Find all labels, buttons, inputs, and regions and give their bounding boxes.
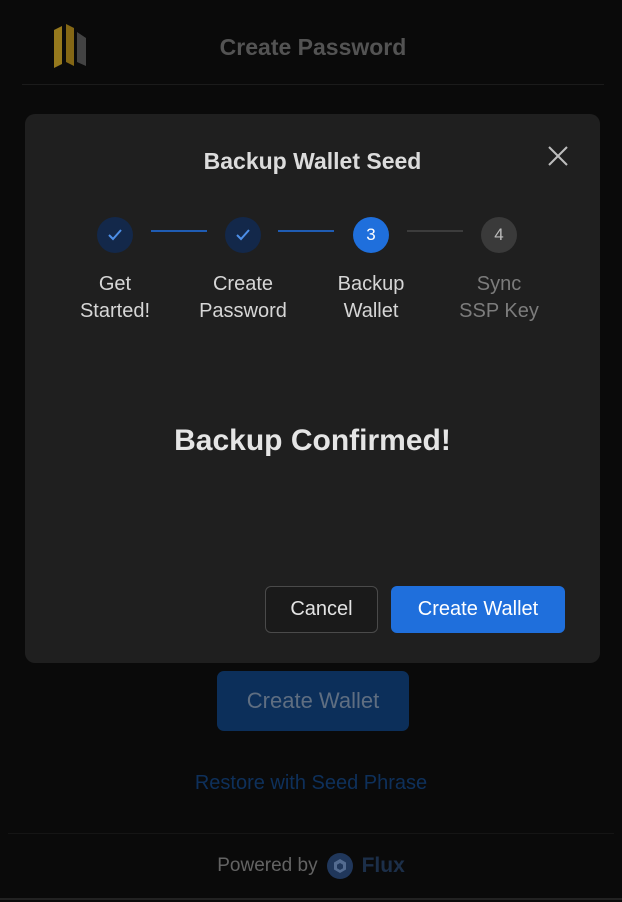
step-4-label: Sync SSP Key xyxy=(459,273,539,322)
close-icon[interactable] xyxy=(544,142,572,170)
step-4-circle: 4 xyxy=(481,217,517,253)
create-wallet-button[interactable]: Create Wallet xyxy=(391,586,565,633)
step-3-circle: 3 xyxy=(353,217,389,253)
step-create-password: Create Password xyxy=(183,217,303,325)
step-1-circle xyxy=(97,217,133,253)
step-get-started: Get Started! xyxy=(55,217,175,325)
step-1-label: Get Started! xyxy=(79,273,151,322)
check-icon xyxy=(236,229,250,241)
cancel-button[interactable]: Cancel xyxy=(265,586,378,633)
modal-title: Backup Wallet Seed xyxy=(203,148,422,174)
step-backup-wallet: 3 Backup Wallet xyxy=(311,217,431,325)
backup-confirmed-message: Backup Confirmed! xyxy=(174,424,451,457)
step-sync-ssp-key: 4 Sync SSP Key xyxy=(439,217,559,325)
step-2-label: Create Password xyxy=(199,273,287,322)
step-3-label: Backup Wallet xyxy=(337,273,405,322)
backup-wallet-modal: Backup Wallet Seed Get Started! Create Pas… xyxy=(25,114,600,663)
check-icon xyxy=(108,229,122,241)
step-2-circle xyxy=(225,217,261,253)
